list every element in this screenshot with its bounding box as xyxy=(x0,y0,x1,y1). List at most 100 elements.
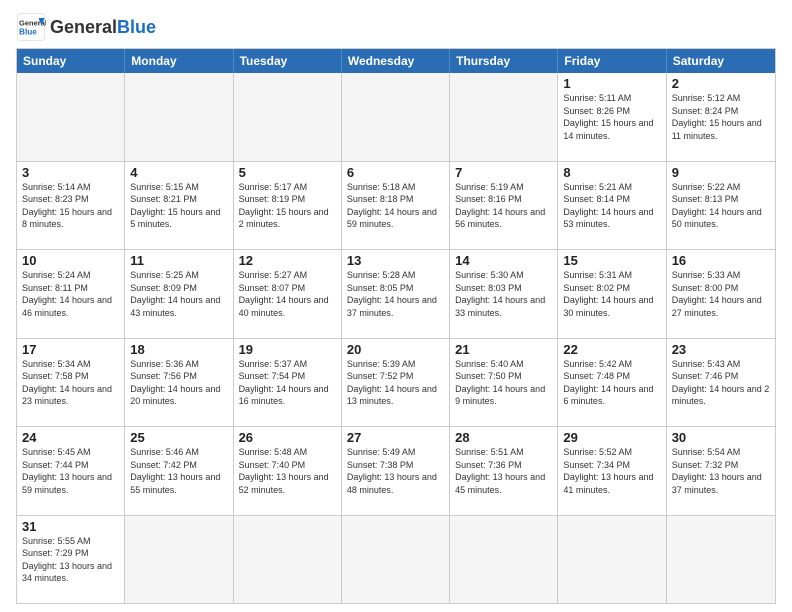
logo: General Blue GeneralBlue xyxy=(16,12,156,42)
day-number: 8 xyxy=(563,165,660,180)
cal-cell: 30Sunrise: 5:54 AMSunset: 7:32 PMDayligh… xyxy=(667,427,775,515)
sun-info: Sunrise: 5:52 AMSunset: 7:34 PMDaylight:… xyxy=(563,446,660,496)
day-number: 13 xyxy=(347,253,444,268)
cal-cell xyxy=(125,516,233,604)
day-number: 24 xyxy=(22,430,119,445)
cal-row-0: 1Sunrise: 5:11 AMSunset: 8:26 PMDaylight… xyxy=(17,73,775,162)
sun-info: Sunrise: 5:40 AMSunset: 7:50 PMDaylight:… xyxy=(455,358,552,408)
sun-info: Sunrise: 5:24 AMSunset: 8:11 PMDaylight:… xyxy=(22,269,119,319)
sun-info: Sunrise: 5:21 AMSunset: 8:14 PMDaylight:… xyxy=(563,181,660,231)
cal-cell: 26Sunrise: 5:48 AMSunset: 7:40 PMDayligh… xyxy=(234,427,342,515)
sun-info: Sunrise: 5:17 AMSunset: 8:19 PMDaylight:… xyxy=(239,181,336,231)
cal-cell: 20Sunrise: 5:39 AMSunset: 7:52 PMDayligh… xyxy=(342,339,450,427)
day-number: 14 xyxy=(455,253,552,268)
cal-header-friday: Friday xyxy=(558,49,666,73)
day-number: 1 xyxy=(563,76,660,91)
sun-info: Sunrise: 5:51 AMSunset: 7:36 PMDaylight:… xyxy=(455,446,552,496)
day-number: 11 xyxy=(130,253,227,268)
sun-info: Sunrise: 5:31 AMSunset: 8:02 PMDaylight:… xyxy=(563,269,660,319)
cal-cell: 18Sunrise: 5:36 AMSunset: 7:56 PMDayligh… xyxy=(125,339,233,427)
cal-header-thursday: Thursday xyxy=(450,49,558,73)
day-number: 2 xyxy=(672,76,770,91)
sun-info: Sunrise: 5:33 AMSunset: 8:00 PMDaylight:… xyxy=(672,269,770,319)
header: General Blue GeneralBlue xyxy=(16,12,776,42)
cal-cell: 5Sunrise: 5:17 AMSunset: 8:19 PMDaylight… xyxy=(234,162,342,250)
sun-info: Sunrise: 5:42 AMSunset: 7:48 PMDaylight:… xyxy=(563,358,660,408)
cal-cell: 3Sunrise: 5:14 AMSunset: 8:23 PMDaylight… xyxy=(17,162,125,250)
day-number: 20 xyxy=(347,342,444,357)
day-number: 22 xyxy=(563,342,660,357)
cal-header-saturday: Saturday xyxy=(667,49,775,73)
cal-cell: 10Sunrise: 5:24 AMSunset: 8:11 PMDayligh… xyxy=(17,250,125,338)
cal-header-wednesday: Wednesday xyxy=(342,49,450,73)
sun-info: Sunrise: 5:25 AMSunset: 8:09 PMDaylight:… xyxy=(130,269,227,319)
cal-cell: 7Sunrise: 5:19 AMSunset: 8:16 PMDaylight… xyxy=(450,162,558,250)
sun-info: Sunrise: 5:49 AMSunset: 7:38 PMDaylight:… xyxy=(347,446,444,496)
day-number: 23 xyxy=(672,342,770,357)
sun-info: Sunrise: 5:11 AMSunset: 8:26 PMDaylight:… xyxy=(563,92,660,142)
sun-info: Sunrise: 5:18 AMSunset: 8:18 PMDaylight:… xyxy=(347,181,444,231)
day-number: 9 xyxy=(672,165,770,180)
cal-cell: 31Sunrise: 5:55 AMSunset: 7:29 PMDayligh… xyxy=(17,516,125,604)
svg-text:Blue: Blue xyxy=(19,28,37,37)
sun-info: Sunrise: 5:45 AMSunset: 7:44 PMDaylight:… xyxy=(22,446,119,496)
day-number: 30 xyxy=(672,430,770,445)
sun-info: Sunrise: 5:39 AMSunset: 7:52 PMDaylight:… xyxy=(347,358,444,408)
calendar-body: 1Sunrise: 5:11 AMSunset: 8:26 PMDaylight… xyxy=(17,73,775,603)
cal-cell xyxy=(125,73,233,161)
day-number: 26 xyxy=(239,430,336,445)
sun-info: Sunrise: 5:37 AMSunset: 7:54 PMDaylight:… xyxy=(239,358,336,408)
cal-header-tuesday: Tuesday xyxy=(234,49,342,73)
cal-cell: 4Sunrise: 5:15 AMSunset: 8:21 PMDaylight… xyxy=(125,162,233,250)
sun-info: Sunrise: 5:14 AMSunset: 8:23 PMDaylight:… xyxy=(22,181,119,231)
sun-info: Sunrise: 5:43 AMSunset: 7:46 PMDaylight:… xyxy=(672,358,770,408)
day-number: 28 xyxy=(455,430,552,445)
day-number: 5 xyxy=(239,165,336,180)
cal-cell: 13Sunrise: 5:28 AMSunset: 8:05 PMDayligh… xyxy=(342,250,450,338)
cal-cell: 28Sunrise: 5:51 AMSunset: 7:36 PMDayligh… xyxy=(450,427,558,515)
cal-row-1: 3Sunrise: 5:14 AMSunset: 8:23 PMDaylight… xyxy=(17,162,775,251)
day-number: 25 xyxy=(130,430,227,445)
cal-cell: 11Sunrise: 5:25 AMSunset: 8:09 PMDayligh… xyxy=(125,250,233,338)
day-number: 27 xyxy=(347,430,444,445)
day-number: 15 xyxy=(563,253,660,268)
day-number: 7 xyxy=(455,165,552,180)
day-number: 10 xyxy=(22,253,119,268)
cal-cell: 6Sunrise: 5:18 AMSunset: 8:18 PMDaylight… xyxy=(342,162,450,250)
sun-info: Sunrise: 5:27 AMSunset: 8:07 PMDaylight:… xyxy=(239,269,336,319)
cal-cell xyxy=(342,516,450,604)
calendar-header-row: SundayMondayTuesdayWednesdayThursdayFrid… xyxy=(17,49,775,73)
cal-cell xyxy=(450,516,558,604)
sun-info: Sunrise: 5:46 AMSunset: 7:42 PMDaylight:… xyxy=(130,446,227,496)
cal-cell: 1Sunrise: 5:11 AMSunset: 8:26 PMDaylight… xyxy=(558,73,666,161)
cal-row-3: 17Sunrise: 5:34 AMSunset: 7:58 PMDayligh… xyxy=(17,339,775,428)
sun-info: Sunrise: 5:12 AMSunset: 8:24 PMDaylight:… xyxy=(672,92,770,142)
day-number: 19 xyxy=(239,342,336,357)
day-number: 29 xyxy=(563,430,660,445)
cal-header-monday: Monday xyxy=(125,49,233,73)
cal-row-2: 10Sunrise: 5:24 AMSunset: 8:11 PMDayligh… xyxy=(17,250,775,339)
cal-cell xyxy=(558,516,666,604)
day-number: 18 xyxy=(130,342,227,357)
cal-cell: 22Sunrise: 5:42 AMSunset: 7:48 PMDayligh… xyxy=(558,339,666,427)
cal-cell xyxy=(342,73,450,161)
cal-cell: 25Sunrise: 5:46 AMSunset: 7:42 PMDayligh… xyxy=(125,427,233,515)
cal-cell xyxy=(17,73,125,161)
sun-info: Sunrise: 5:30 AMSunset: 8:03 PMDaylight:… xyxy=(455,269,552,319)
day-number: 3 xyxy=(22,165,119,180)
cal-cell xyxy=(667,516,775,604)
cal-row-5: 31Sunrise: 5:55 AMSunset: 7:29 PMDayligh… xyxy=(17,516,775,604)
sun-info: Sunrise: 5:19 AMSunset: 8:16 PMDaylight:… xyxy=(455,181,552,231)
generalblue-logo-icon: General Blue xyxy=(16,12,46,42)
cal-row-4: 24Sunrise: 5:45 AMSunset: 7:44 PMDayligh… xyxy=(17,427,775,516)
cal-cell xyxy=(234,73,342,161)
cal-cell: 8Sunrise: 5:21 AMSunset: 8:14 PMDaylight… xyxy=(558,162,666,250)
day-number: 17 xyxy=(22,342,119,357)
day-number: 12 xyxy=(239,253,336,268)
day-number: 6 xyxy=(347,165,444,180)
cal-cell: 2Sunrise: 5:12 AMSunset: 8:24 PMDaylight… xyxy=(667,73,775,161)
cal-cell xyxy=(450,73,558,161)
logo-text: GeneralBlue xyxy=(50,18,156,36)
day-number: 16 xyxy=(672,253,770,268)
cal-cell: 17Sunrise: 5:34 AMSunset: 7:58 PMDayligh… xyxy=(17,339,125,427)
